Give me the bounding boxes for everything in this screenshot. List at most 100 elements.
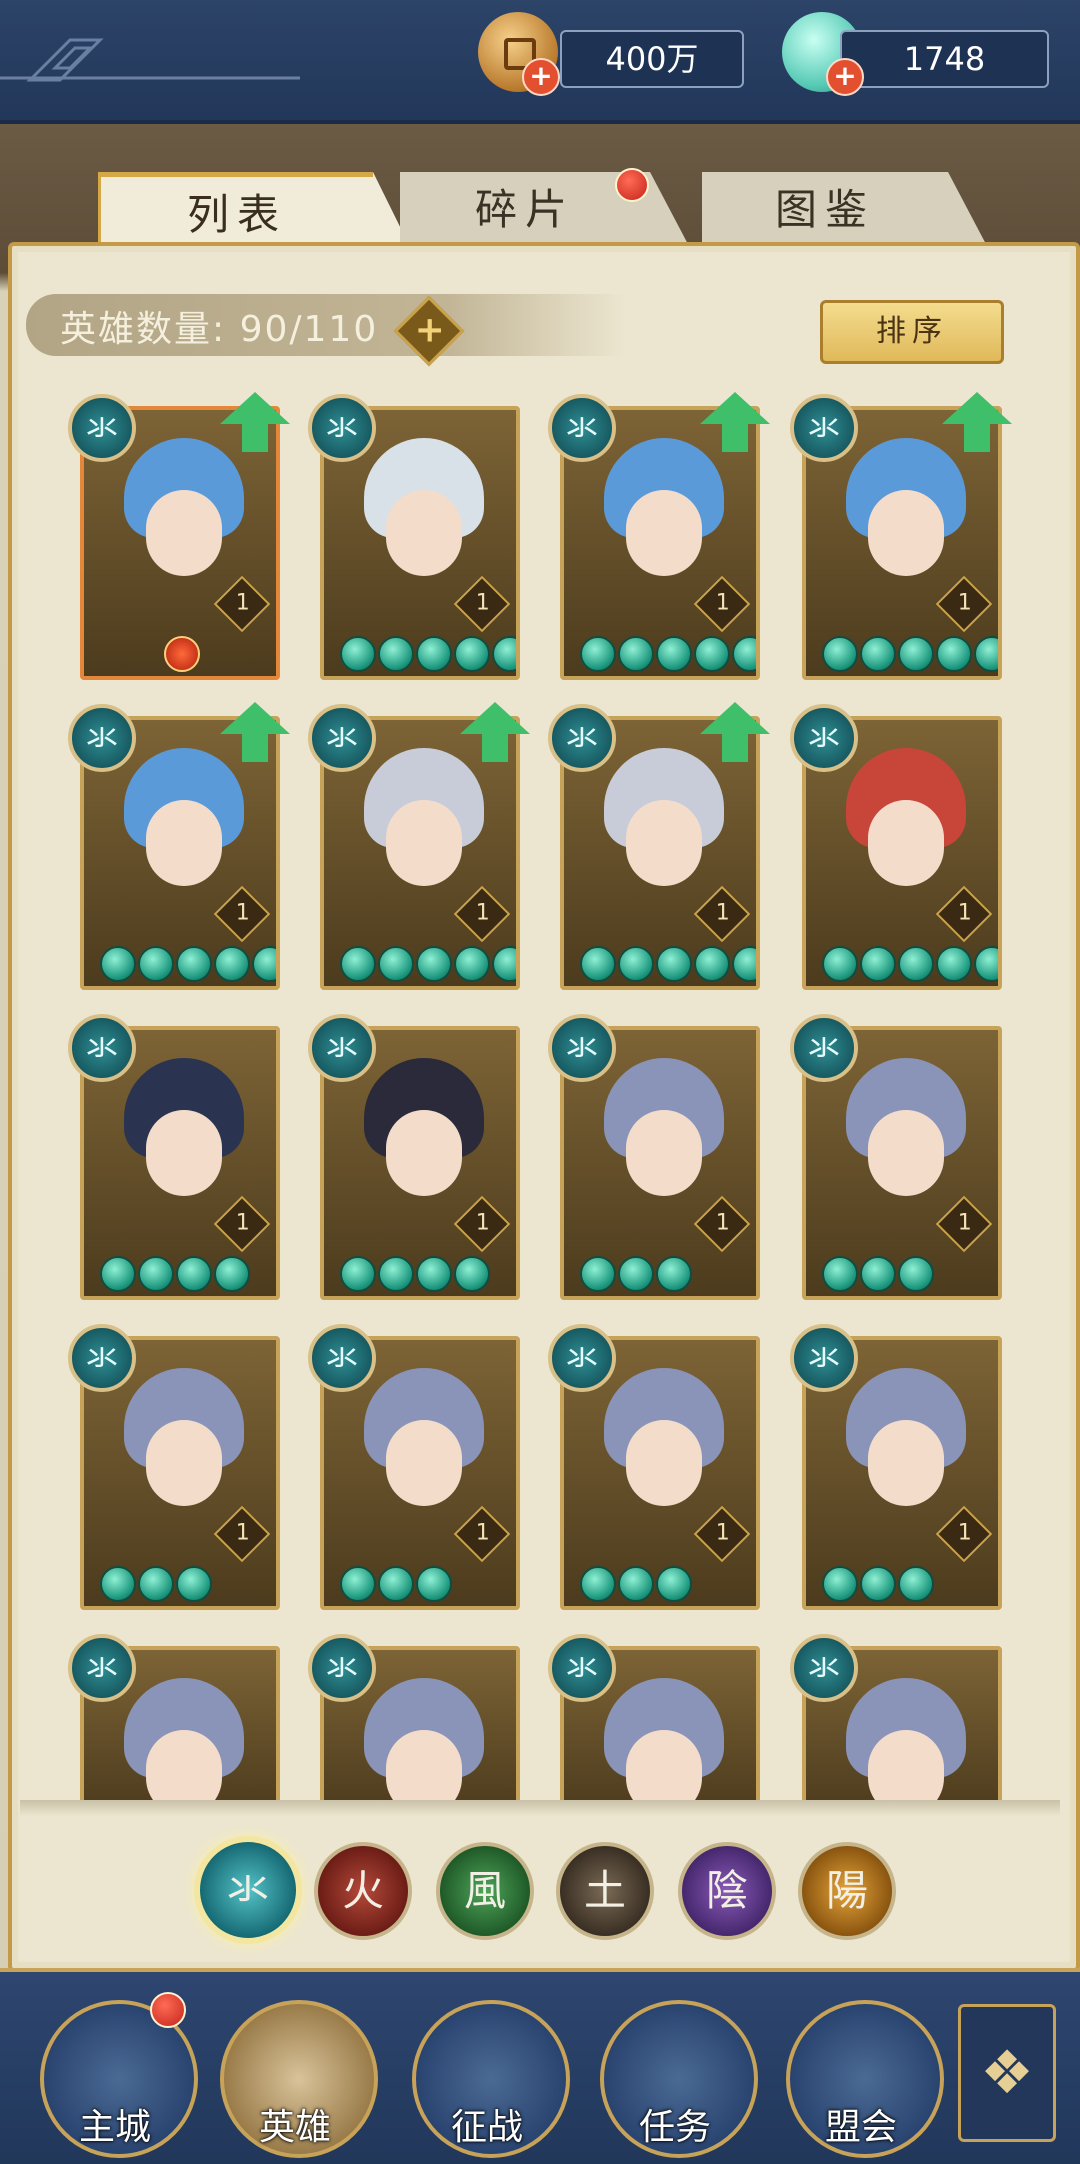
hero-level-value: 1 — [957, 900, 972, 926]
star-icon — [618, 636, 654, 672]
upgrade-arrow-icon — [220, 702, 290, 762]
star-icon — [974, 636, 998, 672]
gem-icon — [164, 636, 200, 672]
filter-yin-button[interactable]: 陰 — [678, 1842, 776, 1940]
add-coin-button[interactable]: + — [522, 58, 560, 96]
star-icon — [138, 1566, 174, 1602]
element-water-icon: 氺 — [548, 1014, 616, 1082]
element-water-icon: 氺 — [548, 704, 616, 772]
hero-portrait-face — [386, 1110, 462, 1196]
star-icon — [898, 946, 934, 982]
hero-level-value: 1 — [235, 900, 250, 926]
star-icon — [492, 636, 516, 672]
menu-button[interactable]: ❖ — [958, 2004, 1056, 2142]
star-icon — [860, 946, 896, 982]
star-icon — [974, 946, 998, 982]
nav-task-label: 任务 — [638, 2107, 711, 2148]
hero-portrait-face — [868, 490, 944, 576]
star-icon — [822, 1566, 858, 1602]
star-icon — [340, 636, 376, 672]
hero-count-label: 英雄数量: 90/110 — [60, 309, 379, 350]
hero-portrait-face — [626, 800, 702, 886]
hero-portrait-face — [146, 1420, 222, 1506]
star-icon — [176, 1256, 212, 1292]
star-icon — [454, 636, 490, 672]
star-icon — [416, 946, 452, 982]
hero-star-row — [822, 1256, 934, 1292]
filter-fire-button[interactable]: 火 — [314, 1842, 412, 1940]
star-icon — [656, 636, 692, 672]
star-icon — [100, 1256, 136, 1292]
element-water-icon: 氺 — [68, 394, 136, 462]
element-water-icon: 氺 — [68, 1014, 136, 1082]
star-icon — [378, 946, 414, 982]
tab-codex[interactable]: 图鉴 — [702, 172, 988, 248]
element-water-icon: 氺 — [790, 1324, 858, 1392]
shards-notification-dot — [615, 168, 649, 202]
element-water-icon: 氺 — [308, 1634, 376, 1702]
star-icon — [618, 946, 654, 982]
element-water-icon: 氺 — [308, 1014, 376, 1082]
hero-level-value: 1 — [715, 590, 730, 616]
hero-level-value: 1 — [475, 590, 490, 616]
star-icon — [656, 1256, 692, 1292]
star-icon — [378, 1566, 414, 1602]
hero-portrait-face — [146, 1110, 222, 1196]
main-city-notification-dot — [150, 1992, 186, 2028]
jade-balance: 1748 — [840, 30, 1049, 88]
hero-star-row — [340, 946, 516, 982]
star-icon — [694, 946, 730, 982]
star-icon — [618, 1566, 654, 1602]
hero-portrait-face — [386, 1420, 462, 1506]
hero-star-row — [822, 636, 998, 672]
tab-list[interactable]: 列表 — [98, 172, 413, 253]
star-icon — [416, 1566, 452, 1602]
hero-level-value: 1 — [475, 1210, 490, 1236]
star-icon — [416, 1256, 452, 1292]
element-water-icon: 氺 — [790, 394, 858, 462]
tab-shards[interactable]: 碎片 — [400, 172, 690, 248]
star-icon — [214, 946, 250, 982]
star-icon — [580, 946, 616, 982]
hero-star-row — [340, 636, 516, 672]
star-icon — [822, 1256, 858, 1292]
hero-star-row — [340, 1256, 490, 1292]
sort-button[interactable]: 排序 — [820, 300, 1004, 364]
star-icon — [416, 636, 452, 672]
upgrade-arrow-icon — [460, 702, 530, 762]
star-icon — [378, 636, 414, 672]
star-icon — [214, 1256, 250, 1292]
hero-portrait-face — [626, 1420, 702, 1506]
hero-portrait-face — [146, 490, 222, 576]
hero-star-row — [100, 946, 276, 982]
star-icon — [822, 946, 858, 982]
hero-level-value: 1 — [235, 1520, 250, 1546]
hero-star-row — [822, 946, 998, 982]
star-icon — [580, 1256, 616, 1292]
hero-star-row — [580, 946, 756, 982]
hero-star-row — [340, 1566, 452, 1602]
filter-water-button[interactable]: 氺 — [194, 1836, 302, 1944]
hero-level-value: 1 — [715, 900, 730, 926]
star-icon — [898, 1566, 934, 1602]
star-icon — [340, 1256, 376, 1292]
upgrade-arrow-icon — [942, 392, 1012, 452]
hero-star-row — [100, 1566, 212, 1602]
star-icon — [618, 1256, 654, 1292]
star-icon — [732, 946, 756, 982]
element-water-icon: 氺 — [548, 1324, 616, 1392]
upgrade-arrow-icon — [700, 392, 770, 452]
star-icon — [860, 636, 896, 672]
star-icon — [898, 636, 934, 672]
filter-wind-button[interactable]: 風 — [436, 1842, 534, 1940]
add-jade-button[interactable]: + — [826, 58, 864, 96]
hero-level-value: 1 — [715, 1210, 730, 1236]
star-icon — [252, 946, 276, 982]
hero-level-value: 1 — [475, 900, 490, 926]
star-icon — [580, 1566, 616, 1602]
filter-earth-button[interactable]: 土 — [556, 1842, 654, 1940]
filter-yang-button[interactable]: 陽 — [798, 1842, 896, 1940]
element-water-icon: 氺 — [308, 394, 376, 462]
star-icon — [340, 946, 376, 982]
grid-fade — [20, 1800, 1060, 1816]
